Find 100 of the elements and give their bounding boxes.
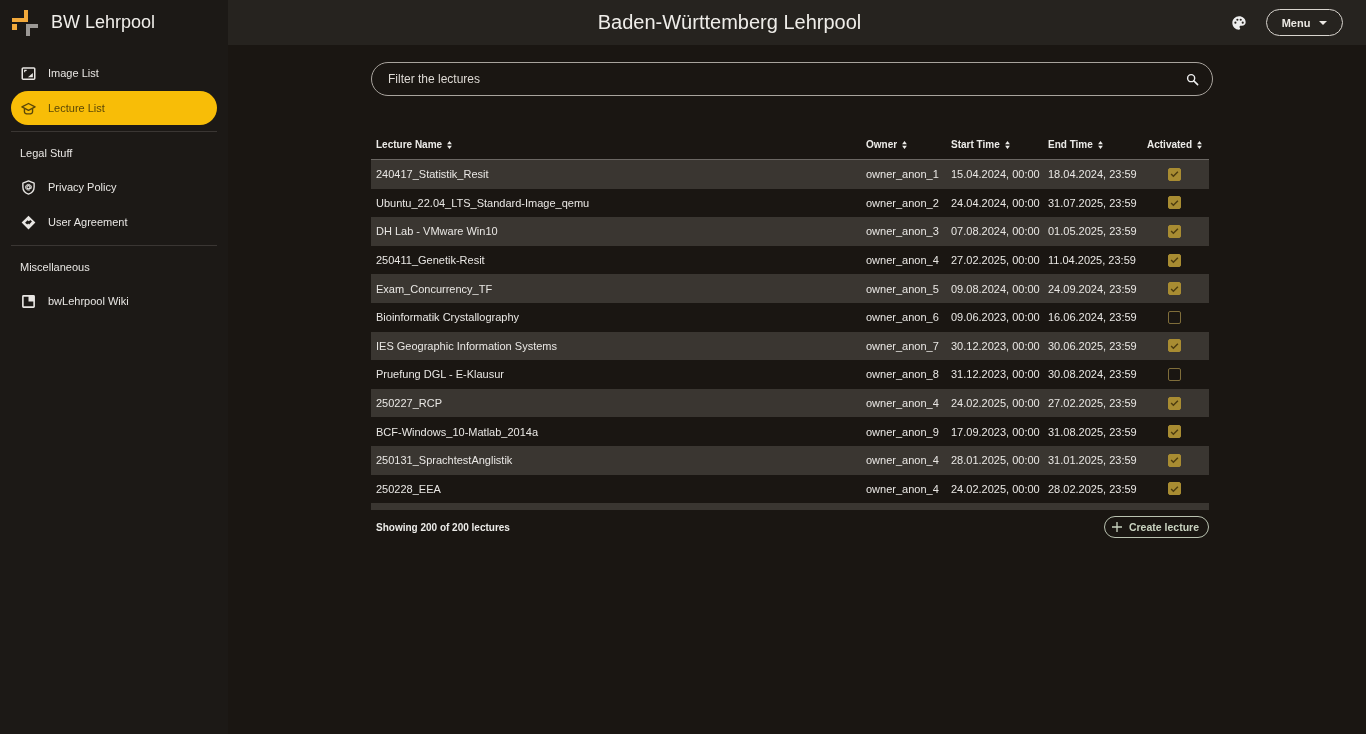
checkbox[interactable] bbox=[1168, 396, 1181, 410]
table-cell-text: Pruefung DGL - E-Klausur bbox=[375, 368, 505, 381]
page-title: Baden-Württemberg Lehrpool bbox=[596, 11, 863, 34]
table-cell-text: 24.09.2024, 23:59 bbox=[1047, 282, 1138, 295]
table-cell-text: Ubuntu_22.04_LTS_Standard-Image_qemu bbox=[375, 196, 591, 209]
table-cell-text: DH Lab - VMware Win10 bbox=[375, 225, 499, 238]
checkbox[interactable] bbox=[1168, 282, 1181, 296]
sort-icon bbox=[447, 140, 453, 149]
table-cell-text: 30.12.2023, 00:00 bbox=[950, 339, 1041, 352]
table-cell-text: owner_anon_5 bbox=[865, 282, 940, 295]
checkbox[interactable] bbox=[1168, 196, 1181, 210]
table-cell-text: 24.02.2025, 00:00 bbox=[950, 397, 1041, 410]
table-cell-text: 250411_Genetik-Resit bbox=[375, 254, 486, 267]
table-cell-text: 31.08.2025, 23:59 bbox=[1047, 425, 1138, 438]
section-heading: Miscellaneous bbox=[19, 260, 91, 275]
diamond-icon bbox=[21, 214, 36, 230]
section-heading: Legal Stuff bbox=[19, 146, 74, 161]
checkbox[interactable] bbox=[1168, 253, 1181, 267]
sort-icon bbox=[1097, 140, 1103, 149]
table-cell-text: 28.02.2025, 23:59 bbox=[1047, 482, 1138, 495]
check-icon bbox=[1170, 484, 1179, 493]
table-cell-text: 24.04.2024, 00:00 bbox=[950, 196, 1041, 209]
table-cell-text: 30.06.2025, 23:59 bbox=[1047, 339, 1138, 352]
table-cell-text: 11.04.2025, 23:59 bbox=[1047, 254, 1137, 267]
nav-item[interactable]: Privacy Policy bbox=[11, 170, 217, 204]
check-icon bbox=[1170, 170, 1179, 179]
check-icon bbox=[1170, 284, 1179, 293]
nav-item[interactable]: Image List bbox=[11, 56, 217, 90]
table-cell-text: owner_anon_6 bbox=[865, 311, 940, 324]
table-cell-text: 17.09.2023, 00:00 bbox=[950, 425, 1041, 438]
table-cell-text: owner_anon_4 bbox=[865, 482, 940, 495]
table-cell-text: Exam_Concurrency_TF bbox=[375, 282, 494, 295]
checkbox[interactable] bbox=[1168, 339, 1181, 353]
app-title: BW Lehrpool bbox=[51, 12, 156, 33]
checkbox[interactable] bbox=[1168, 425, 1181, 439]
check-icon bbox=[1170, 341, 1179, 350]
nav-item[interactable]: Lecture List bbox=[11, 91, 217, 125]
checkbox[interactable] bbox=[1168, 367, 1181, 381]
table-cell-text: owner_anon_3 bbox=[865, 225, 940, 238]
table-cell-text: 31.12.2023, 00:00 bbox=[950, 368, 1041, 381]
column-header[interactable]: Activated bbox=[1140, 139, 1209, 150]
column-header[interactable]: End Time bbox=[1043, 139, 1140, 150]
nav-item[interactable]: User Agreement bbox=[11, 205, 217, 239]
table-cell-text: owner_anon_4 bbox=[865, 454, 940, 467]
checkbox[interactable] bbox=[1168, 310, 1181, 324]
sort-icon bbox=[1004, 140, 1010, 149]
nav-item[interactable]: bwLehrpool Wiki bbox=[11, 284, 217, 318]
check-icon bbox=[1170, 198, 1179, 207]
checkbox[interactable] bbox=[1168, 453, 1181, 467]
bookmark-icon bbox=[21, 293, 36, 309]
table-cell-text: 09.06.2023, 00:00 bbox=[950, 311, 1041, 324]
column-header[interactable]: Owner bbox=[861, 139, 946, 150]
table-cell-text: 09.08.2024, 00:00 bbox=[950, 282, 1041, 295]
checkbox[interactable] bbox=[1168, 225, 1181, 238]
image-icon bbox=[21, 65, 36, 81]
table-cell-text: IES Geographic Information Systems bbox=[375, 339, 558, 352]
column-header[interactable]: Lecture Name bbox=[371, 139, 861, 150]
table-cell-text: owner_anon_4 bbox=[865, 254, 940, 267]
sort-icon bbox=[902, 140, 908, 149]
check-icon bbox=[1170, 399, 1179, 408]
logo-icon bbox=[10, 7, 40, 38]
table-cell-text: 15.04.2024, 00:00 bbox=[950, 168, 1041, 181]
search-icon[interactable] bbox=[1186, 73, 1199, 86]
table-cell-text: 250227_RCP bbox=[375, 397, 444, 410]
table-cell-text: 31.07.2025, 23:59 bbox=[1047, 196, 1138, 209]
summary-text: Showing 200 of 200 lectures bbox=[375, 521, 510, 533]
table-cell-text: Bioinformatik Crystallography bbox=[375, 311, 521, 324]
check-icon bbox=[1170, 227, 1179, 236]
table-cell-text: 250228_EEA bbox=[375, 482, 442, 495]
check-icon bbox=[1170, 427, 1179, 436]
table-cell-text: 240417_Statistik_Resit bbox=[375, 168, 490, 181]
table-cell-text: owner_anon_8 bbox=[865, 368, 940, 381]
palette-icon[interactable] bbox=[1231, 14, 1247, 31]
table-cell-text: 16.06.2024, 23:59 bbox=[1047, 311, 1138, 324]
table-cell-text: 30.08.2024, 23:59 bbox=[1047, 368, 1138, 381]
plus-icon bbox=[1111, 522, 1122, 533]
table-cell-text: 28.01.2025, 00:00 bbox=[950, 454, 1041, 467]
table-cell-text: 18.04.2024, 23:59 bbox=[1047, 168, 1138, 181]
table-cell-text: 24.02.2025, 00:00 bbox=[950, 482, 1041, 495]
table-cell-text: BCF-Windows_10-Matlab_2014a bbox=[375, 425, 540, 438]
mortarboard-icon bbox=[21, 100, 36, 116]
column-header[interactable]: Start Time bbox=[946, 139, 1043, 150]
table-cell-text: 31.01.2025, 23:59 bbox=[1047, 454, 1138, 467]
table-cell-text: owner_anon_4 bbox=[865, 397, 940, 410]
shield-icon bbox=[21, 179, 36, 195]
table-cell-text: 01.05.2025, 23:59 bbox=[1047, 225, 1138, 238]
table-cell-text: owner_anon_1 bbox=[865, 168, 940, 181]
table-cell-text: 27.02.2025, 23:59 bbox=[1047, 397, 1138, 410]
check-icon bbox=[1170, 256, 1179, 265]
search-field[interactable]: Filter the lectures bbox=[371, 62, 1213, 96]
sort-icon bbox=[1197, 140, 1202, 149]
table-cell-text: owner_anon_2 bbox=[865, 196, 940, 209]
table-cell-text: owner_anon_9 bbox=[865, 425, 940, 438]
caret-icon bbox=[1319, 20, 1328, 25]
check-icon bbox=[1170, 456, 1179, 465]
table-cell-text: 27.02.2025, 00:00 bbox=[950, 254, 1041, 267]
table-cell-text: 250131_SprachtestAnglistik bbox=[375, 454, 514, 467]
checkbox[interactable] bbox=[1168, 482, 1181, 496]
table-cell-text: 07.08.2024, 00:00 bbox=[950, 225, 1041, 238]
checkbox[interactable] bbox=[1168, 167, 1181, 181]
